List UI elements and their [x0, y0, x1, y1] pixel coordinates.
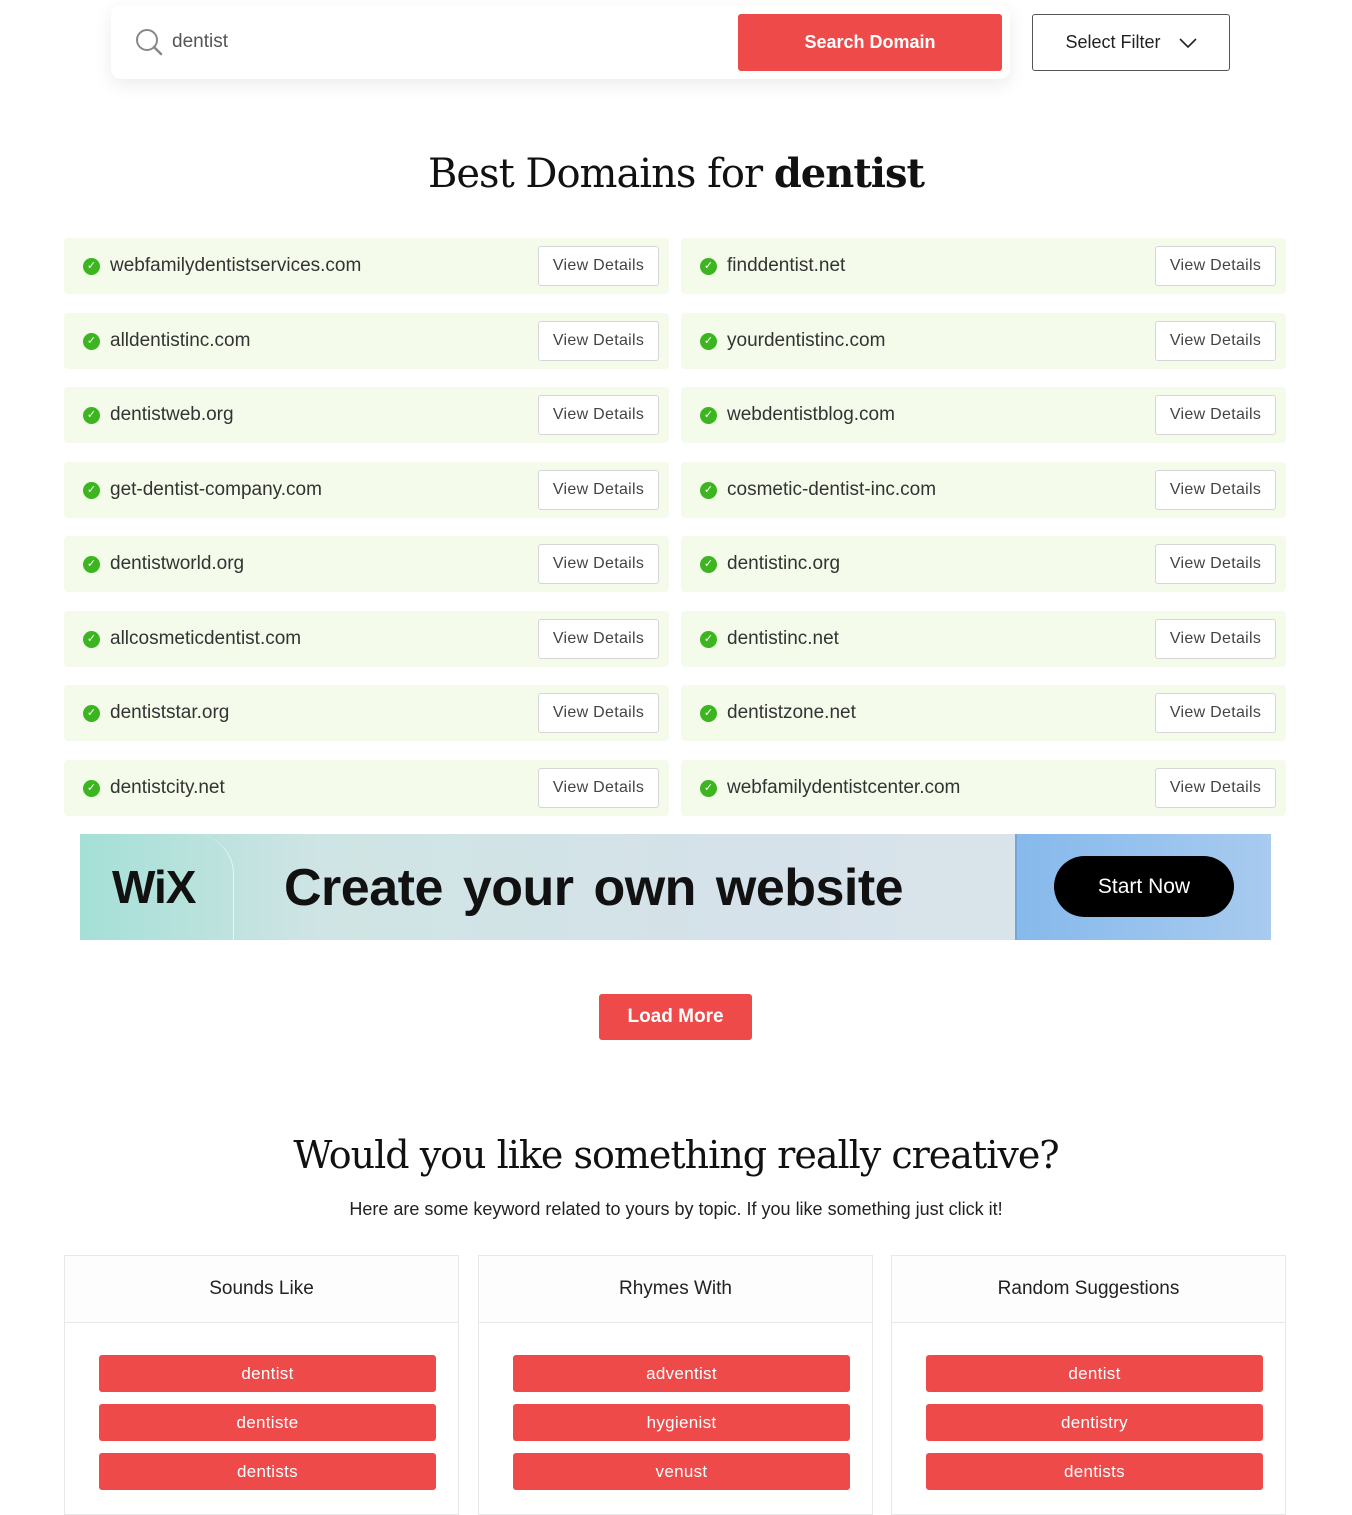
view-details-button[interactable]: View Details: [1155, 693, 1276, 733]
keyword-button[interactable]: venust: [513, 1453, 850, 1490]
domain-name[interactable]: get-dentist-company.com: [110, 479, 322, 501]
domain-row: ✓ dentistzone.net View Details: [681, 685, 1286, 741]
domain-row: ✓ cosmetic-dentist-inc.com View Details: [681, 461, 1286, 518]
check-icon: ✓: [700, 705, 717, 722]
card-title: Random Suggestions: [892, 1256, 1285, 1323]
view-details-button[interactable]: View Details: [1155, 544, 1276, 584]
domain-row: ✓ finddentist.net View Details: [681, 238, 1286, 294]
domain-row: ✓ get-dentist-company.com View Details: [64, 461, 669, 518]
check-icon: ✓: [83, 407, 100, 424]
check-icon: ✓: [700, 556, 717, 573]
view-details-button[interactable]: View Details: [538, 767, 659, 808]
keyword-button[interactable]: dentist: [926, 1355, 1263, 1392]
page-title: Best Domains for dentist: [427, 150, 925, 197]
suggestion-card: Sounds Like dentist dentiste dentists: [64, 1255, 459, 1515]
keyword-button[interactable]: dentist: [99, 1355, 436, 1392]
domain-name[interactable]: dentistcity.net: [110, 777, 225, 799]
domain-name[interactable]: yourdentistinc.com: [727, 330, 885, 352]
keyword-button[interactable]: dentiste: [99, 1404, 436, 1441]
view-details-button[interactable]: View Details: [538, 469, 659, 510]
view-details-button[interactable]: View Details: [1155, 395, 1276, 435]
load-more-button[interactable]: Load More: [599, 994, 752, 1040]
domain-name[interactable]: finddentist.net: [727, 255, 845, 277]
domain-name[interactable]: dentistworld.org: [110, 553, 244, 575]
domain-name[interactable]: alldentistinc.com: [110, 330, 250, 352]
domain-row: ✓ dentiststar.org View Details: [64, 685, 669, 741]
view-details-button[interactable]: View Details: [538, 693, 659, 733]
keyword-button[interactable]: adventist: [513, 1355, 850, 1392]
domain-row: ✓ dentistweb.org View Details: [64, 387, 669, 443]
domain-name[interactable]: cosmetic-dentist-inc.com: [727, 479, 936, 501]
check-icon: ✓: [700, 630, 717, 648]
domain-row: ✓ allcosmeticdentist.com View Details: [64, 610, 669, 667]
domain-name[interactable]: dentistweb.org: [110, 404, 234, 426]
domain-name[interactable]: dentiststar.org: [110, 702, 229, 724]
view-details-button[interactable]: View Details: [538, 395, 659, 435]
view-details-button[interactable]: View Details: [1155, 246, 1276, 286]
domain-name[interactable]: webfamilydentistservices.com: [110, 255, 361, 277]
domain-row: ✓ alldentistinc.com View Details: [64, 312, 669, 369]
domain-name[interactable]: webdentistblog.com: [727, 404, 895, 426]
keyword-button[interactable]: hygienist: [513, 1404, 850, 1441]
view-details-button[interactable]: View Details: [538, 544, 659, 584]
domain-row: ✓ webdentistblog.com View Details: [681, 387, 1286, 443]
check-icon: ✓: [83, 332, 100, 350]
keyword-button[interactable]: dentists: [926, 1453, 1263, 1490]
creative-subtitle: Here are some keyword related to yours b…: [349, 1199, 1003, 1219]
domain-name[interactable]: dentistzone.net: [727, 702, 856, 724]
search-icon: [136, 29, 163, 56]
check-icon: ✓: [83, 258, 100, 275]
domain-row: ✓ webfamilydentistcenter.com View Details: [681, 759, 1286, 816]
keyword-button[interactable]: dentistry: [926, 1404, 1263, 1441]
check-icon: ✓: [83, 556, 100, 573]
view-details-button[interactable]: View Details: [1155, 618, 1276, 659]
view-details-button[interactable]: View Details: [538, 618, 659, 659]
check-icon: ✓: [700, 258, 717, 275]
check-icon: ✓: [83, 481, 100, 499]
domain-name[interactable]: webfamilydentistcenter.com: [727, 777, 960, 799]
domain-row: ✓ dentistworld.org View Details: [64, 536, 669, 592]
domain-row: ✓ yourdentistinc.com View Details: [681, 312, 1286, 369]
wix-ad-banner[interactable]: WiX Create your own website Start Now: [80, 834, 1271, 940]
chevron-down-icon: [1178, 37, 1197, 48]
check-icon: ✓: [700, 481, 717, 499]
wix-logo: WiX: [112, 861, 196, 913]
check-icon: ✓: [83, 630, 100, 648]
domain-name[interactable]: allcosmeticdentist.com: [110, 628, 301, 650]
select-filter-dropdown[interactable]: Select Filter: [1032, 14, 1230, 71]
domain-row: ✓ dentistinc.net View Details: [681, 610, 1286, 667]
creative-heading: Would you like something really creative…: [293, 1133, 1059, 1177]
card-title: Sounds Like: [65, 1256, 458, 1323]
view-details-button[interactable]: View Details: [538, 246, 659, 286]
start-now-button[interactable]: Start Now: [1054, 856, 1234, 917]
card-title: Rhymes With: [479, 1256, 872, 1323]
check-icon: ✓: [83, 705, 100, 722]
select-filter-label: Select Filter: [1065, 32, 1161, 52]
view-details-button[interactable]: View Details: [1155, 320, 1276, 361]
suggestion-card: Rhymes With adventist hygienist venust: [478, 1255, 873, 1515]
search-domain-button[interactable]: Search Domain: [738, 14, 1002, 71]
domain-row: ✓ dentistcity.net View Details: [64, 759, 669, 816]
domain-name[interactable]: dentistinc.net: [727, 628, 839, 650]
domain-name[interactable]: dentistinc.org: [727, 553, 840, 575]
ad-headline: Create your own website: [284, 859, 904, 917]
check-icon: ✓: [700, 407, 717, 424]
domain-row: ✓ webfamilydentistservices.com View Detail…: [64, 238, 669, 294]
view-details-button[interactable]: View Details: [538, 320, 659, 361]
suggestion-card: Random Suggestions dentist dentistry dentis…: [891, 1255, 1286, 1515]
check-icon: ✓: [700, 779, 717, 797]
view-details-button[interactable]: View Details: [1155, 767, 1276, 808]
keyword-button[interactable]: dentists: [99, 1453, 436, 1490]
search-input[interactable]: [172, 27, 672, 57]
check-icon: ✓: [83, 779, 100, 797]
check-icon: ✓: [700, 332, 717, 350]
view-details-button[interactable]: View Details: [1155, 469, 1276, 510]
domain-row: ✓ dentistinc.org View Details: [681, 536, 1286, 592]
